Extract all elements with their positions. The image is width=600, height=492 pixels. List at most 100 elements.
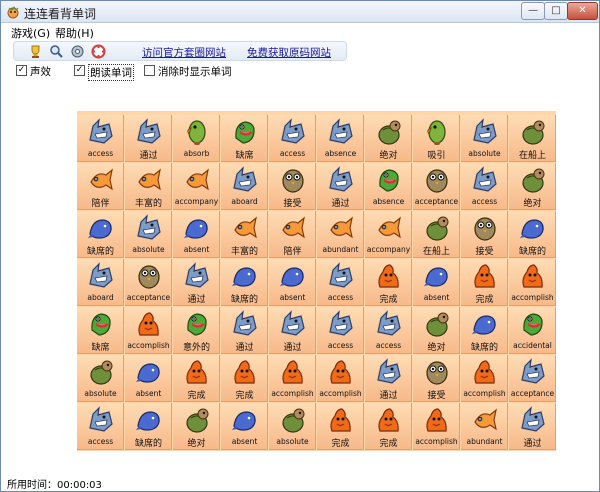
tile-word: access [87,437,114,446]
tile[interactable]: absorb [173,115,220,162]
tile[interactable]: acceptance [509,355,556,402]
tile[interactable]: accompany [365,211,412,258]
maximize-button[interactable]: □ [544,2,568,20]
tile[interactable]: 接受 [461,211,508,258]
tile[interactable]: 丰富的 [221,211,268,258]
tile[interactable]: acceptance [125,259,172,306]
menu-game[interactable]: 游戏(G) [11,25,50,41]
tile[interactable]: accomplish [413,403,460,450]
tile[interactable]: accomplish [125,307,172,354]
tile[interactable]: 完成 [221,355,268,402]
tile[interactable]: access [317,259,364,306]
tile[interactable]: 接受 [413,355,460,402]
tile-word: access [327,341,354,350]
tile[interactable]: absent [173,211,220,258]
search-icon[interactable] [49,44,64,59]
tile[interactable]: 意外的 [173,307,220,354]
tile[interactable]: accomplish [269,355,316,402]
tile[interactable]: accompany [173,163,220,210]
tile[interactable]: abundant [461,403,508,450]
tile[interactable]: absolute [77,355,124,402]
tile-word: 绝对 [187,439,206,449]
tile[interactable]: 通过 [317,163,364,210]
tile[interactable]: 缺席的 [509,211,556,258]
tile[interactable]: absent [221,403,268,450]
tile[interactable]: 缺席的 [221,259,268,306]
tile[interactable]: 通过 [509,403,556,450]
tile[interactable]: 丰富的 [125,163,172,210]
tile[interactable]: 缺席的 [77,211,124,258]
official-site-link[interactable]: 访问官方套圈网站 [142,45,226,60]
settings-icon[interactable] [70,44,85,59]
tile[interactable]: access [317,307,364,354]
tile[interactable]: absent [125,355,172,402]
tile[interactable]: 完成 [365,403,412,450]
tile[interactable]: access [269,115,316,162]
tile[interactable]: 完成 [365,259,412,306]
tile-word: absent [231,437,258,446]
tile[interactable]: 接受 [269,163,316,210]
tile[interactable]: access [77,403,124,450]
tile[interactable]: 通过 [365,355,412,402]
tile[interactable]: 在船上 [413,211,460,258]
tile[interactable]: 缺席的 [125,403,172,450]
tile-word: 在船上 [422,247,450,257]
tile[interactable]: absent [269,259,316,306]
tile[interactable]: access [77,115,124,162]
tile[interactable]: aboard [221,163,268,210]
tile[interactable]: 完成 [461,259,508,306]
tile[interactable]: accomplish [461,355,508,402]
tile[interactable]: 绝对 [509,163,556,210]
tile[interactable]: absolute [125,211,172,258]
trophy-icon[interactable] [28,44,43,59]
close-button[interactable]: ✕ [567,2,598,20]
help-icon[interactable] [91,44,106,59]
tile-word: 吸引 [427,151,446,161]
title-bar[interactable]: 连连看背单词 — □ ✕ [1,1,599,23]
tile[interactable]: accomplish [509,259,556,306]
tile-word: absent [423,293,450,302]
read-word-checkbox[interactable]: ✓ [74,65,85,76]
tile[interactable]: 完成 [317,403,364,450]
tile[interactable]: 绝对 [173,403,220,450]
source-code-link[interactable]: 免费获取原码网站 [247,45,331,60]
tile[interactable]: absolute [269,403,316,450]
tile[interactable]: 缺席 [221,115,268,162]
tile[interactable]: 通过 [221,307,268,354]
tile-word: 完成 [475,295,494,305]
tile[interactable]: absence [365,163,412,210]
tile[interactable]: access [461,163,508,210]
tile[interactable]: 绝对 [365,115,412,162]
tile-word: 丰富的 [230,247,258,257]
tile[interactable]: 缺席 [77,307,124,354]
tile[interactable]: aboard [77,259,124,306]
tile[interactable]: 缺席的 [461,307,508,354]
tile[interactable]: 陪伴 [269,211,316,258]
menu-help[interactable]: 帮助(H) [55,25,94,41]
minimize-button[interactable]: — [521,2,545,20]
sound-effect-checkbox[interactable]: ✓ [16,65,27,76]
tile[interactable]: 通过 [125,115,172,162]
tile-word: 通过 [283,343,302,353]
tile[interactable]: 在船上 [509,115,556,162]
tile[interactable]: 绝对 [413,307,460,354]
tile[interactable]: 陪伴 [77,163,124,210]
tile[interactable]: abundant [317,211,364,258]
tile[interactable]: acceptance [413,163,460,210]
tile-word: 陪伴 [283,247,302,257]
tile-word: 缺席的 [518,247,546,257]
tile-word: accompany [174,197,219,206]
tile[interactable]: absence [317,115,364,162]
tile[interactable]: accomplish [317,355,364,402]
tile[interactable]: 通过 [269,307,316,354]
tile[interactable]: 吸引 [413,115,460,162]
tile[interactable]: accidental [509,307,556,354]
tile[interactable]: 完成 [173,355,220,402]
show-word-checkbox[interactable] [144,65,155,76]
tile-word: 在船上 [518,151,546,161]
tile[interactable]: access [365,307,412,354]
tile[interactable]: absolute [461,115,508,162]
tile[interactable]: 通过 [173,259,220,306]
tile-word: 接受 [427,391,446,401]
tile[interactable]: absent [413,259,460,306]
